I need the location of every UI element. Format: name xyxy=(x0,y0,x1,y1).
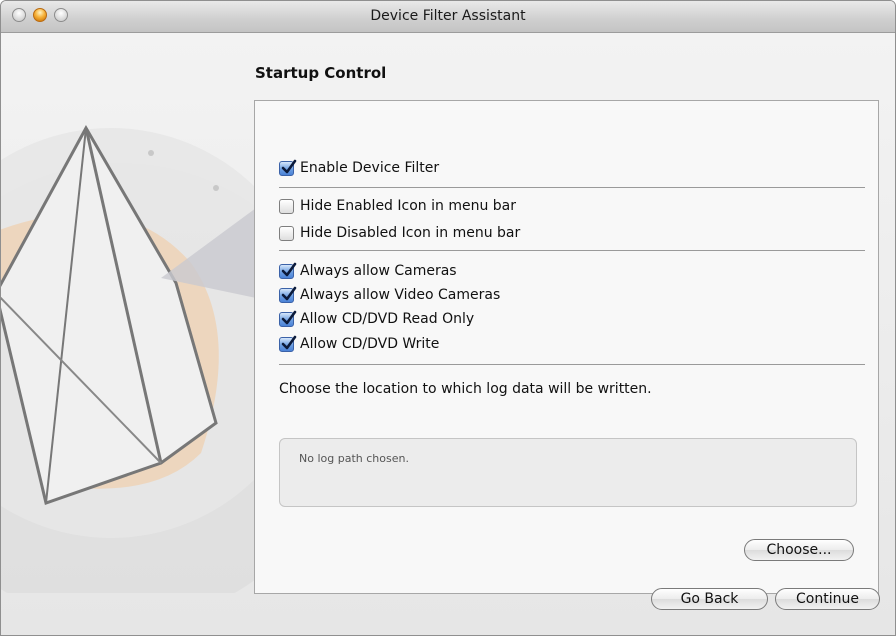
hide-disabled-icon-checkbox[interactable] xyxy=(279,225,294,241)
window-title: Device Filter Assistant xyxy=(370,8,526,24)
continue-button[interactable]: Continue xyxy=(775,588,880,610)
checkmark-icon xyxy=(281,310,297,324)
allow-cd-read-label: Allow CD/DVD Read Only xyxy=(300,311,475,327)
allow-cameras-checkbox[interactable] xyxy=(279,262,297,279)
allow-video-cameras-checkbox[interactable] xyxy=(279,286,297,303)
allow-video-cameras-label: Always allow Video Cameras xyxy=(300,287,501,303)
checkmark-icon xyxy=(281,262,297,276)
hide-enabled-icon-label: Hide Enabled Icon in menu bar xyxy=(300,198,516,214)
window-content: Startup Control Enable Device Filter Hid… xyxy=(1,33,895,635)
log-location-description: Choose the location to which log data wi… xyxy=(279,381,652,397)
checkmark-icon xyxy=(281,335,297,349)
background-illustration xyxy=(1,124,261,593)
separator xyxy=(279,250,865,251)
go-back-button[interactable]: Go Back xyxy=(651,588,768,610)
title-bar[interactable]: Device Filter Assistant xyxy=(1,1,895,33)
separator xyxy=(279,364,865,365)
options-panel: Enable Device Filter Hide Enabled Icon i… xyxy=(254,100,879,594)
allow-video-cameras-option[interactable]: Always allow Video Cameras xyxy=(279,285,500,305)
allow-cd-read-option[interactable]: Allow CD/DVD Read Only xyxy=(279,309,474,329)
enable-filter-option[interactable]: Enable Device Filter xyxy=(279,158,439,178)
checkmark-icon xyxy=(281,286,297,300)
hide-disabled-icon-label: Hide Disabled Icon in menu bar xyxy=(300,225,521,241)
checkmark-icon xyxy=(281,159,297,173)
allow-cameras-option[interactable]: Always allow Cameras xyxy=(279,261,457,281)
enable-filter-checkbox[interactable] xyxy=(279,159,297,176)
page-title: Startup Control xyxy=(255,64,387,82)
enable-filter-label: Enable Device Filter xyxy=(300,160,440,176)
hide-enabled-icon-checkbox[interactable] xyxy=(279,198,294,214)
log-path-text: No log path chosen. xyxy=(299,452,409,465)
allow-cd-write-option[interactable]: Allow CD/DVD Write xyxy=(279,334,439,354)
allow-cd-read-checkbox[interactable] xyxy=(279,310,297,327)
separator xyxy=(279,187,865,188)
allow-cd-write-checkbox[interactable] xyxy=(279,335,297,352)
allow-cd-write-label: Allow CD/DVD Write xyxy=(300,336,440,352)
log-path-field: No log path chosen. xyxy=(279,438,857,507)
choose-button[interactable]: Choose... xyxy=(744,539,854,561)
hide-enabled-icon-option[interactable]: Hide Enabled Icon in menu bar xyxy=(279,196,516,216)
assistant-window: Device Filter Assistant Startup Control … xyxy=(0,0,896,636)
hide-disabled-icon-option[interactable]: Hide Disabled Icon in menu bar xyxy=(279,223,520,243)
allow-cameras-label: Always allow Cameras xyxy=(300,263,457,279)
